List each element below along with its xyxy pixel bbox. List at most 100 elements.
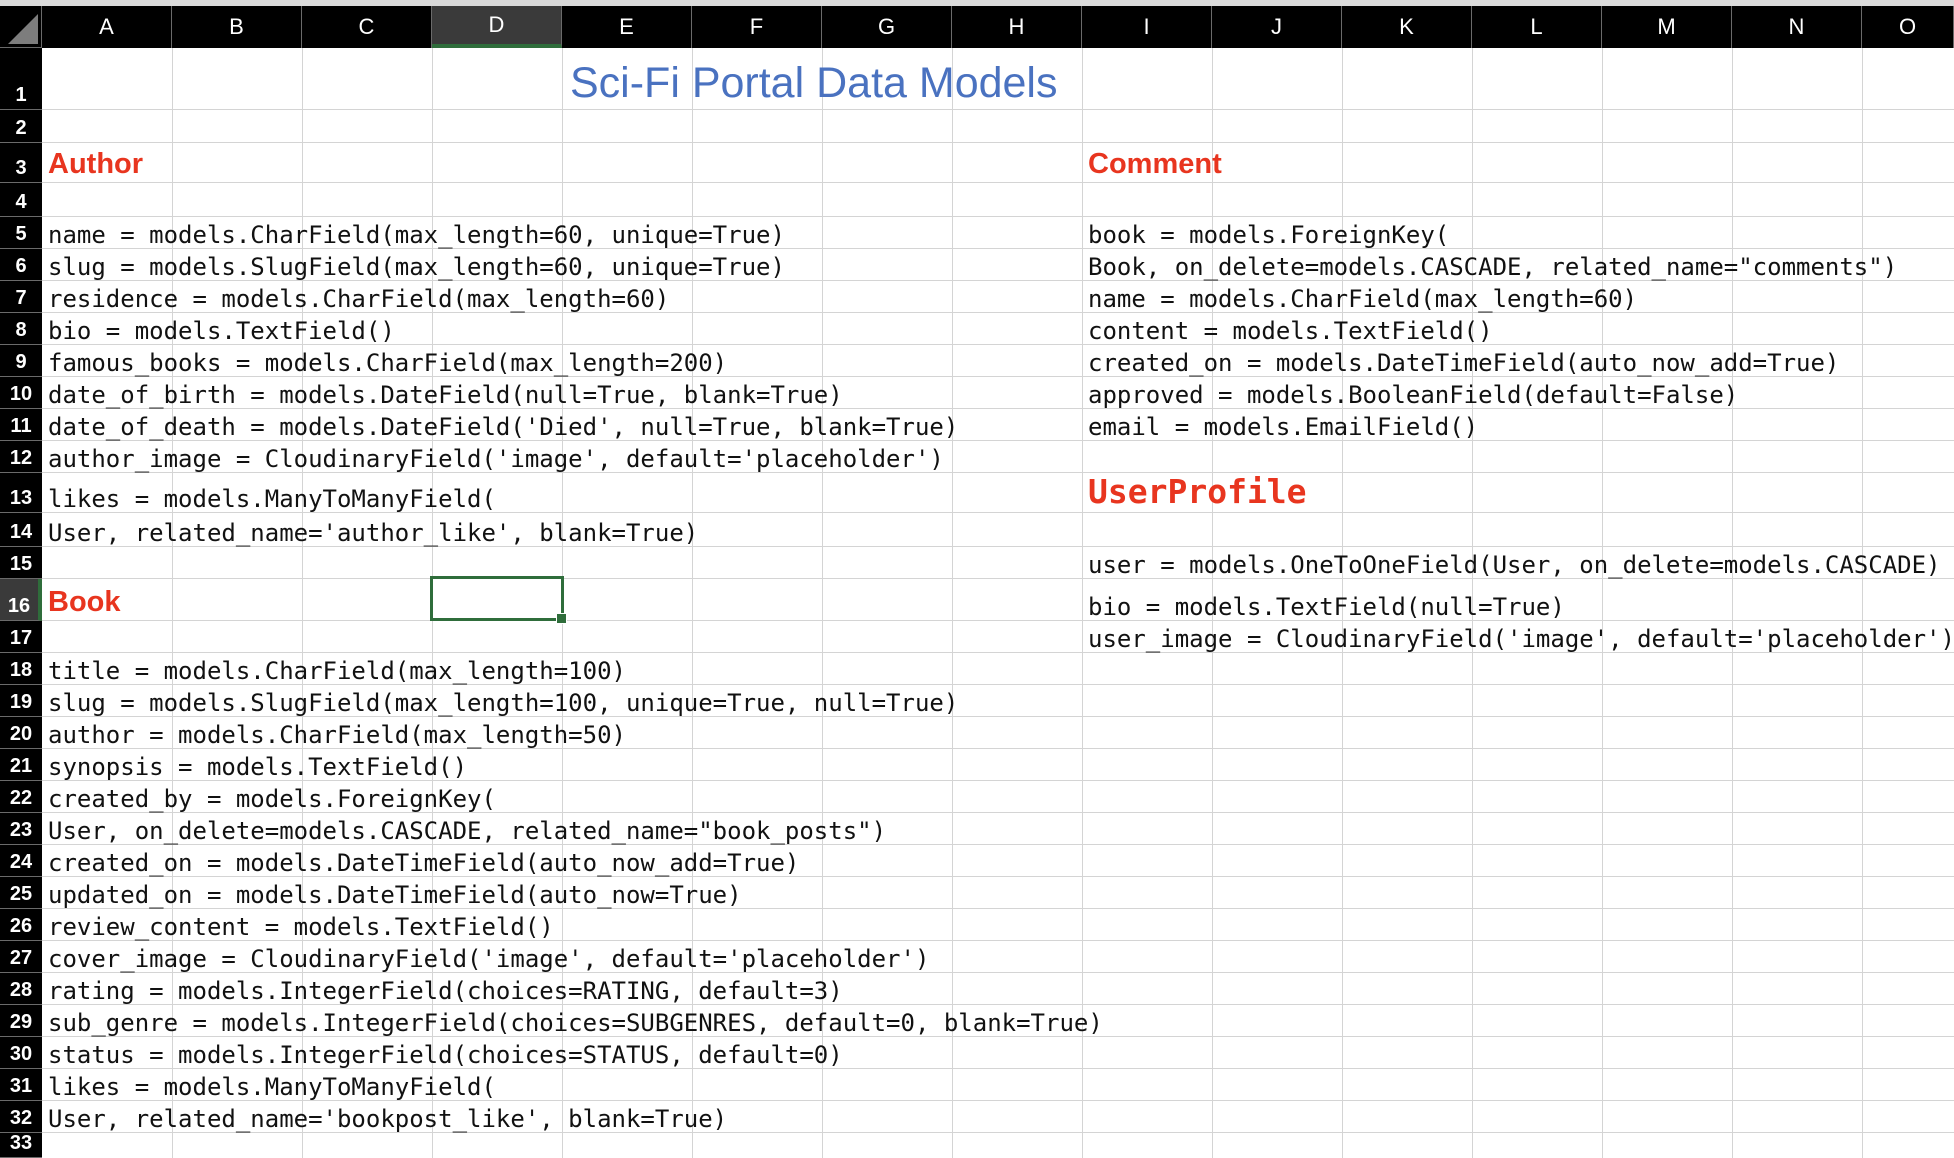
row-header-30[interactable]: 30 xyxy=(0,1037,42,1069)
author-field-line[interactable]: date_of_birth = models.DateField(null=Tr… xyxy=(48,380,843,410)
author-field-line[interactable]: date_of_death = models.DateField('Died',… xyxy=(48,412,958,442)
comment-field-line[interactable]: content = models.TextField() xyxy=(1088,316,1493,346)
row-header-18[interactable]: 18 xyxy=(0,653,42,685)
row-header-7[interactable]: 7 xyxy=(0,281,42,313)
row-header-28[interactable]: 28 xyxy=(0,973,42,1005)
row-header-25[interactable]: 25 xyxy=(0,877,42,909)
column-header-c[interactable]: C xyxy=(302,6,432,48)
author-field-line[interactable]: bio = models.TextField() xyxy=(48,316,395,346)
column-header-i[interactable]: I xyxy=(1082,6,1212,48)
book-field-line[interactable]: review_content = models.TextField() xyxy=(48,912,554,942)
comment-heading[interactable]: Comment xyxy=(1088,147,1222,181)
row-header-15[interactable]: 15 xyxy=(0,547,42,579)
column-header-g[interactable]: G xyxy=(822,6,952,48)
column-header-m[interactable]: M xyxy=(1602,6,1732,48)
row-header-23[interactable]: 23 xyxy=(0,813,42,845)
book-field-line[interactable]: rating = models.IntegerField(choices=RAT… xyxy=(48,976,843,1006)
row-header-33[interactable]: 33 xyxy=(0,1132,42,1158)
column-header-e[interactable]: E xyxy=(562,6,692,48)
row-header-3[interactable]: 3 xyxy=(0,143,42,183)
book-heading[interactable]: Book xyxy=(48,585,121,619)
author-heading[interactable]: Author xyxy=(48,147,143,181)
row-header-21[interactable]: 21 xyxy=(0,749,42,781)
author-field-line[interactable]: User, related_name='author_like', blank=… xyxy=(48,518,698,548)
row-header-13[interactable]: 13 xyxy=(0,473,42,513)
row-header-12[interactable]: 12 xyxy=(0,441,42,473)
row-header-20[interactable]: 20 xyxy=(0,717,42,749)
grid-row-line xyxy=(42,620,1954,621)
author-field-line[interactable]: residence = models.CharField(max_length=… xyxy=(48,284,669,314)
row-header-4[interactable]: 4 xyxy=(0,183,42,217)
grid-column-line xyxy=(1082,48,1083,1158)
fill-handle[interactable] xyxy=(556,613,567,624)
userprofile-field-line[interactable]: user_image = CloudinaryField('image', de… xyxy=(1088,624,1954,654)
author-field-line[interactable]: famous_books = models.CharField(max_leng… xyxy=(48,348,727,378)
row-header-24[interactable]: 24 xyxy=(0,845,42,877)
book-field-line[interactable]: User, related_name='bookpost_like', blan… xyxy=(48,1104,727,1134)
column-header-l[interactable]: L xyxy=(1472,6,1602,48)
active-cell-selection[interactable] xyxy=(430,576,567,624)
row-header-32[interactable]: 32 xyxy=(0,1101,42,1133)
row-header-5[interactable]: 5 xyxy=(0,217,42,249)
grid-column-line xyxy=(952,48,953,1158)
row-header-2[interactable]: 2 xyxy=(0,110,42,143)
row-header-26[interactable]: 26 xyxy=(0,909,42,941)
sheet-title[interactable]: Sci-Fi Portal Data Models xyxy=(570,58,1058,108)
book-field-line[interactable]: created_on = models.DateTimeField(auto_n… xyxy=(48,848,799,878)
book-field-line[interactable]: slug = models.SlugField(max_length=100, … xyxy=(48,688,958,718)
comment-field-line[interactable]: Book, on_delete=models.CASCADE, related_… xyxy=(1088,252,1897,282)
author-field-line[interactable]: likes = models.ManyToManyField( xyxy=(48,484,496,514)
book-field-line[interactable]: User, on_delete=models.CASCADE, related_… xyxy=(48,816,886,846)
row-header-29[interactable]: 29 xyxy=(0,1005,42,1037)
userprofile-field-line[interactable]: user = models.OneToOneField(User, on_del… xyxy=(1088,550,1941,580)
column-header-f[interactable]: F xyxy=(692,6,822,48)
grid-row-line xyxy=(42,216,1954,217)
author-field-line[interactable]: name = models.CharField(max_length=60, u… xyxy=(48,220,785,250)
column-header-k[interactable]: K xyxy=(1342,6,1472,48)
grid-column-line xyxy=(1602,48,1603,1158)
author-field-line[interactable]: slug = models.SlugField(max_length=60, u… xyxy=(48,252,785,282)
comment-field-line[interactable]: email = models.EmailField() xyxy=(1088,412,1478,442)
comment-field-line[interactable]: created_on = models.DateTimeField(auto_n… xyxy=(1088,348,1839,378)
row-header-17[interactable]: 17 xyxy=(0,621,42,653)
row-header-19[interactable]: 19 xyxy=(0,685,42,717)
row-header-10[interactable]: 10 xyxy=(0,377,42,409)
comment-field-line[interactable]: approved = models.BooleanField(default=F… xyxy=(1088,380,1738,410)
column-header-h[interactable]: H xyxy=(952,6,1082,48)
row-header-8[interactable]: 8 xyxy=(0,313,42,345)
book-field-line[interactable]: sub_genre = models.IntegerField(choices=… xyxy=(48,1008,1103,1038)
column-header-d[interactable]: D xyxy=(432,6,562,48)
author-field-line[interactable]: author_image = CloudinaryField('image', … xyxy=(48,444,944,474)
row-header-11[interactable]: 11 xyxy=(0,409,42,441)
column-header-j[interactable]: J xyxy=(1212,6,1342,48)
column-header-a[interactable]: A xyxy=(42,6,172,48)
userprofile-heading[interactable]: UserProfile xyxy=(1088,473,1307,511)
column-header-n[interactable]: N xyxy=(1732,6,1862,48)
userprofile-field-line[interactable]: bio = models.TextField(null=True) xyxy=(1088,592,1565,622)
book-field-line[interactable]: author = models.CharField(max_length=50) xyxy=(48,720,626,750)
column-header-b[interactable]: B xyxy=(172,6,302,48)
book-field-line[interactable]: cover_image = CloudinaryField('image', d… xyxy=(48,944,929,974)
book-field-line[interactable]: likes = models.ManyToManyField( xyxy=(48,1072,496,1102)
row-header-6[interactable]: 6 xyxy=(0,249,42,281)
row-header-27[interactable]: 27 xyxy=(0,941,42,973)
book-field-line[interactable]: updated_on = models.DateTimeField(auto_n… xyxy=(48,880,742,910)
row-header-31[interactable]: 31 xyxy=(0,1069,42,1101)
row-header-16[interactable]: 16 xyxy=(0,579,42,621)
row-header-9[interactable]: 9 xyxy=(0,345,42,377)
column-header-o[interactable]: O xyxy=(1862,6,1954,48)
book-field-line[interactable]: title = models.CharField(max_length=100) xyxy=(48,656,626,686)
grid-row-line xyxy=(42,182,1954,183)
row-header-14[interactable]: 14 xyxy=(0,513,42,547)
book-field-line[interactable]: synopsis = models.TextField() xyxy=(48,752,467,782)
comment-field-line[interactable]: book = models.ForeignKey( xyxy=(1088,220,1449,250)
row-header-1[interactable]: 1 xyxy=(0,48,42,110)
book-field-line[interactable]: created_by = models.ForeignKey( xyxy=(48,784,496,814)
grid-row-line xyxy=(42,142,1954,143)
comment-field-line[interactable]: name = models.CharField(max_length=60) xyxy=(1088,284,1637,314)
row-header-22[interactable]: 22 xyxy=(0,781,42,813)
book-field-line[interactable]: status = models.IntegerField(choices=STA… xyxy=(48,1040,843,1070)
select-all-triangle-icon xyxy=(8,14,38,44)
select-all-button[interactable] xyxy=(0,6,42,48)
grid-column-line xyxy=(1862,48,1863,1158)
